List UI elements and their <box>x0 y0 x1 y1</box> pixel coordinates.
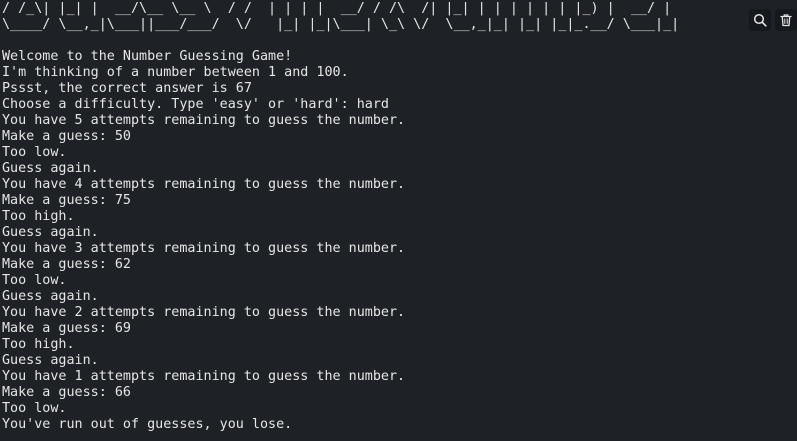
terminal-line: Guess again. <box>2 353 99 368</box>
terminal-line: Guess again. <box>2 225 99 240</box>
terminal-line: Make a guess: 69 <box>2 321 131 336</box>
terminal-line: Too low. <box>2 401 67 416</box>
terminal-window: / /_\| |_| | __/\__ \__ \ / / | | | | __… <box>0 0 797 441</box>
terminal-toolbar <box>749 9 797 31</box>
terminal-line: Welcome to the Number Guessing Game! <box>2 49 293 64</box>
terminal-line: Choose a difficulty. Type 'easy' or 'har… <box>2 97 389 112</box>
terminal-line: Guess again. <box>2 161 99 176</box>
terminal-line: Make a guess: 50 <box>2 129 131 144</box>
terminal-line: Too low. <box>2 145 67 160</box>
terminal-line: Too high. <box>2 209 75 224</box>
terminal-line: You have 3 attempts remaining to guess t… <box>2 241 406 256</box>
terminal-line: Too low. <box>2 273 67 288</box>
terminal-line: Make a guess: 66 <box>2 385 131 400</box>
ascii-banner-line-1: / /_\| |_| | __/\__ \__ \ / / | | | | __… <box>2 1 672 16</box>
terminal-line: Make a guess: 62 <box>2 257 131 272</box>
terminal-line: You have 5 attempts remaining to guess t… <box>2 113 406 128</box>
search-icon <box>753 13 767 27</box>
trash-icon <box>780 14 792 27</box>
terminal-line: You have 2 attempts remaining to guess t… <box>2 305 406 320</box>
terminal-line: You have 1 attempts remaining to guess t… <box>2 369 406 384</box>
terminal-line: Too high. <box>2 337 75 352</box>
terminal-line: Guess again. <box>2 289 99 304</box>
search-button[interactable] <box>749 9 771 31</box>
terminal-line: You've run out of guesses, you lose. <box>2 417 293 432</box>
terminal-line: I'm thinking of a number between 1 and 1… <box>2 65 349 80</box>
terminal-output: / /_\| |_| | __/\__ \__ \ / / | | | | __… <box>2 1 679 433</box>
ascii-banner-line-2: \____/ \__,_|\___||___/___/ \/ |_| |_|\_… <box>2 17 680 32</box>
terminal-line: Pssst, the correct answer is 67 <box>2 81 252 96</box>
terminal-line: You have 4 attempts remaining to guess t… <box>2 177 406 192</box>
clear-terminal-button[interactable] <box>775 9 797 31</box>
terminal-line: Make a guess: 75 <box>2 193 131 208</box>
